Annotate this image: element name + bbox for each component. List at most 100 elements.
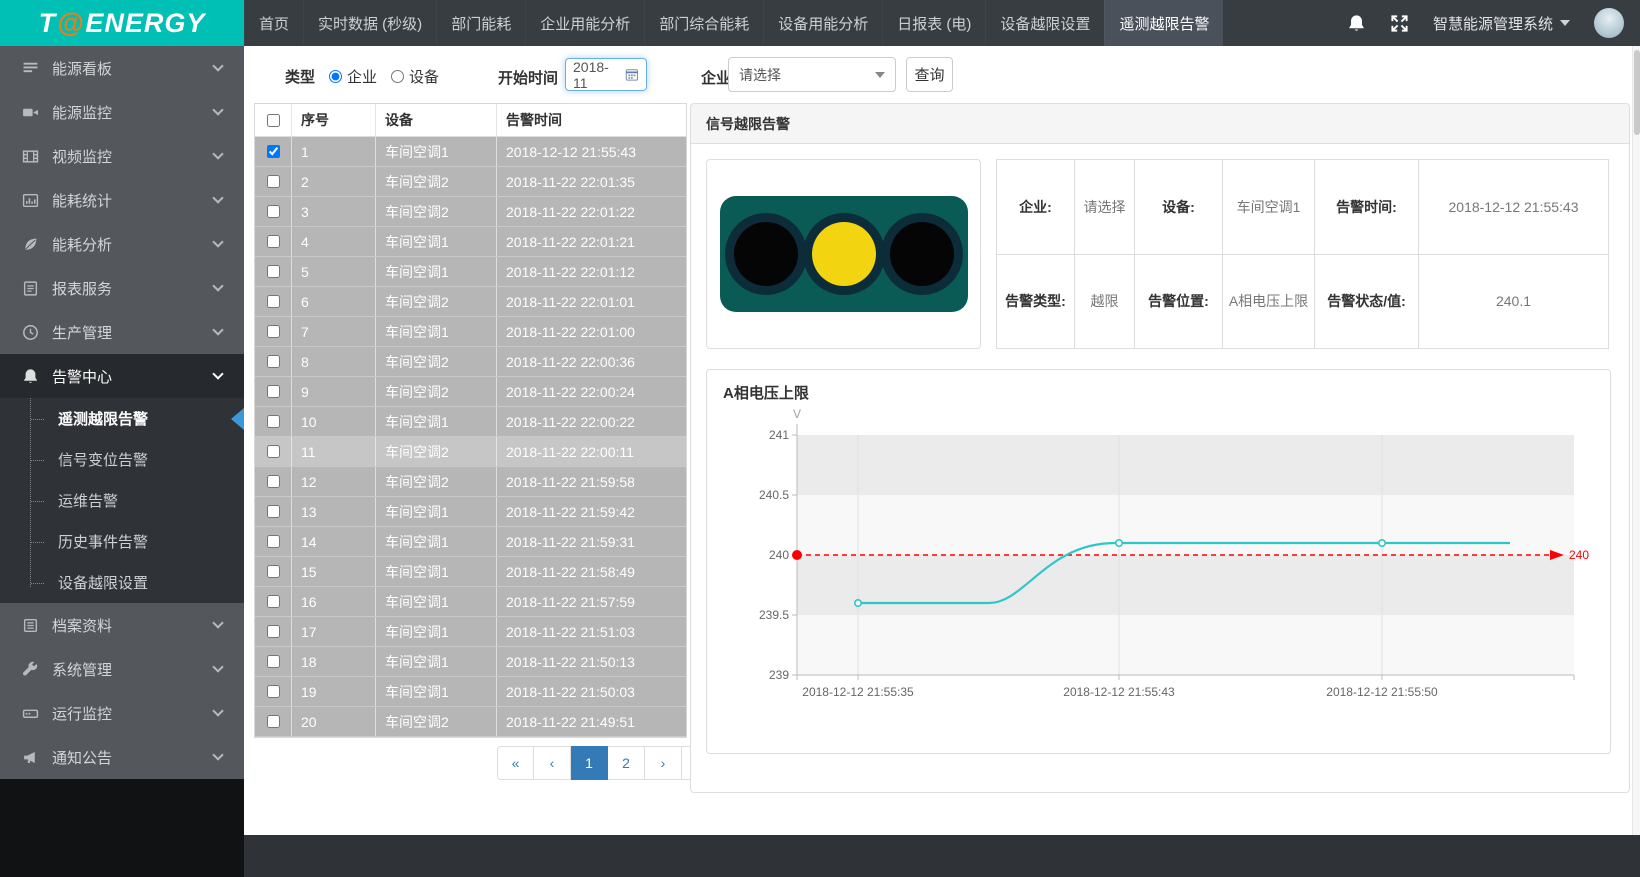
table-row[interactable]: 2车间空调22018-11-22 22:01:35 [255,167,686,197]
row-checkbox[interactable] [267,715,280,728]
submenu-history-event-alarm[interactable]: 历史事件告警 [0,521,244,562]
table-row[interactable]: 12车间空调22018-11-22 21:59:58 [255,467,686,497]
nav-dept-energy[interactable]: 部门能耗 [436,0,525,46]
sidebar-item-report-service[interactable]: 报表服务 [0,266,244,310]
page-next[interactable]: › [645,746,682,780]
row-checkbox[interactable] [267,655,280,668]
avatar[interactable] [1594,8,1624,38]
submenu-label: 设备越限设置 [58,572,148,593]
row-checkbox[interactable] [267,475,280,488]
sidebar-item-alarm-center[interactable]: 告警中心 [0,354,244,398]
cell-time: 2018-11-22 22:01:01 [497,287,686,316]
page-first[interactable]: « [497,746,534,780]
table-row[interactable]: 7车间空调12018-11-22 22:01:00 [255,317,686,347]
leaf-icon [22,236,39,253]
row-checkbox[interactable] [267,235,280,248]
row-checkbox[interactable] [267,325,280,338]
table-row[interactable]: 16车间空调12018-11-22 21:57:59 [255,587,686,617]
row-checkbox[interactable] [267,505,280,518]
radio-enterprise[interactable]: 企业 [329,66,377,87]
table-row[interactable]: 3车间空调22018-11-22 22:01:22 [255,197,686,227]
cell-no: 17 [292,617,376,646]
row-checkbox[interactable] [267,625,280,638]
nav-device-limit-setting[interactable]: 设备越限设置 [985,0,1104,46]
sidebar-item-energy-monitor[interactable]: 能源监控 [0,90,244,134]
row-checkbox[interactable] [267,415,280,428]
sidebar-item-archives[interactable]: 档案资料 [0,603,244,647]
table-row[interactable]: 14车间空调12018-11-22 21:59:31 [255,527,686,557]
info-value-company: 请选择 [1075,160,1135,255]
row-checkbox[interactable] [267,205,280,218]
submenu-device-limit-setting[interactable]: 设备越限设置 [0,562,244,603]
page-prev[interactable]: ‹ [534,746,571,780]
scrollbar-thumb[interactable] [1634,50,1640,135]
page-2[interactable]: 2 [608,746,645,780]
nav-telemetry-limit-alarm[interactable]: 遥测越限告警 [1104,0,1223,46]
select-all-checkbox[interactable] [267,114,280,127]
row-checkbox[interactable] [267,685,280,698]
radio-device-input[interactable] [391,70,404,83]
query-button[interactable]: 查询 [906,57,953,92]
nav-device-analysis[interactable]: 设备用能分析 [763,0,882,46]
page-1[interactable]: 1 [571,746,608,780]
table-row[interactable]: 18车间空调12018-11-22 21:50:13 [255,647,686,677]
nav-realtime-data[interactable]: 实时数据 (秒级) [303,0,436,46]
company-select[interactable]: 请选择 [728,57,896,92]
row-checkbox[interactable] [267,265,280,278]
table-row[interactable]: 15车间空调12018-11-22 21:58:49 [255,557,686,587]
row-checkbox[interactable] [267,295,280,308]
row-checkbox[interactable] [267,595,280,608]
radio-enterprise-input[interactable] [329,70,342,83]
cell-device: 车间空调1 [376,257,497,286]
cell-time: 2018-11-22 21:59:58 [497,467,686,496]
row-checkbox[interactable] [267,565,280,578]
sidebar-item-system-mgmt[interactable]: 系统管理 [0,647,244,691]
nav-dept-comprehensive[interactable]: 部门综合能耗 [644,0,763,46]
row-checkbox[interactable] [267,145,280,158]
radio-device[interactable]: 设备 [391,66,439,87]
submenu-signal-change-alarm[interactable]: 信号变位告警 [0,439,244,480]
bell-icon[interactable] [1347,14,1366,33]
sidebar-item-production-mgmt[interactable]: 生产管理 [0,310,244,354]
table-row[interactable]: 20车间空调22018-11-22 21:49:51 [255,707,686,737]
sidebar-item-energy-analysis[interactable]: 能耗分析 [0,222,244,266]
calendar-icon[interactable] [625,67,639,82]
sidebar-item-run-monitor[interactable]: 运行监控 [0,691,244,735]
table-row[interactable]: 6车间空调22018-11-22 22:01:01 [255,287,686,317]
sidebar-item-video-monitor[interactable]: 视频监控 [0,134,244,178]
sidebar-item-energy-stats[interactable]: 能耗统计 [0,178,244,222]
table-row[interactable]: 9车间空调22018-11-22 22:00:24 [255,377,686,407]
row-checkbox[interactable] [267,385,280,398]
table-row[interactable]: 1车间空调12018-12-12 21:55:43 [255,137,686,167]
nav-enterprise-analysis[interactable]: 企业用能分析 [525,0,644,46]
table-row[interactable]: 13车间空调12018-11-22 21:59:42 [255,497,686,527]
start-time-input[interactable]: 2018-11 [565,58,647,91]
vertical-scrollbar[interactable] [1632,46,1640,835]
submenu-telemetry-limit-alarm[interactable]: 遥测越限告警 [0,398,244,439]
table-row[interactable]: 4车间空调12018-11-22 22:01:21 [255,227,686,257]
submenu-label: 运维告警 [58,490,118,511]
row-checkbox[interactable] [267,355,280,368]
nav-home[interactable]: 首页 [244,0,303,46]
row-checkbox[interactable] [267,175,280,188]
fullscreen-icon[interactable] [1390,14,1409,33]
sidebar-item-energy-dashboard[interactable]: 能源看板 [0,46,244,90]
table-row[interactable]: 5车间空调12018-11-22 22:01:12 [255,257,686,287]
nav-daily-report[interactable]: 日报表 (电) [882,0,985,46]
company-label: 企业 [701,67,731,88]
table-row[interactable]: 10车间空调12018-11-22 22:00:22 [255,407,686,437]
top-nav: 首页 实时数据 (秒级) 部门能耗 企业用能分析 部门综合能耗 设备用能分析 日… [244,0,1223,46]
cell-device: 车间空调1 [376,617,497,646]
row-checkbox[interactable] [267,535,280,548]
alarm-table: 序号 设备 告警时间 1车间空调12018-12-12 21:55:43 2车间… [254,103,687,738]
cell-time: 2018-11-22 22:01:00 [497,317,686,346]
table-row[interactable]: 19车间空调12018-11-22 21:50:03 [255,677,686,707]
table-row[interactable]: 17车间空调12018-11-22 21:51:03 [255,617,686,647]
row-checkbox[interactable] [267,445,280,458]
clock-icon [22,324,39,341]
table-row[interactable]: 11车间空调22018-11-22 22:00:11 [255,437,686,467]
table-row[interactable]: 8车间空调22018-11-22 22:00:36 [255,347,686,377]
system-title-menu[interactable]: 智慧能源管理系统 [1433,13,1570,34]
sidebar-item-notices[interactable]: 通知公告 [0,735,244,779]
submenu-ops-alarm[interactable]: 运维告警 [0,480,244,521]
